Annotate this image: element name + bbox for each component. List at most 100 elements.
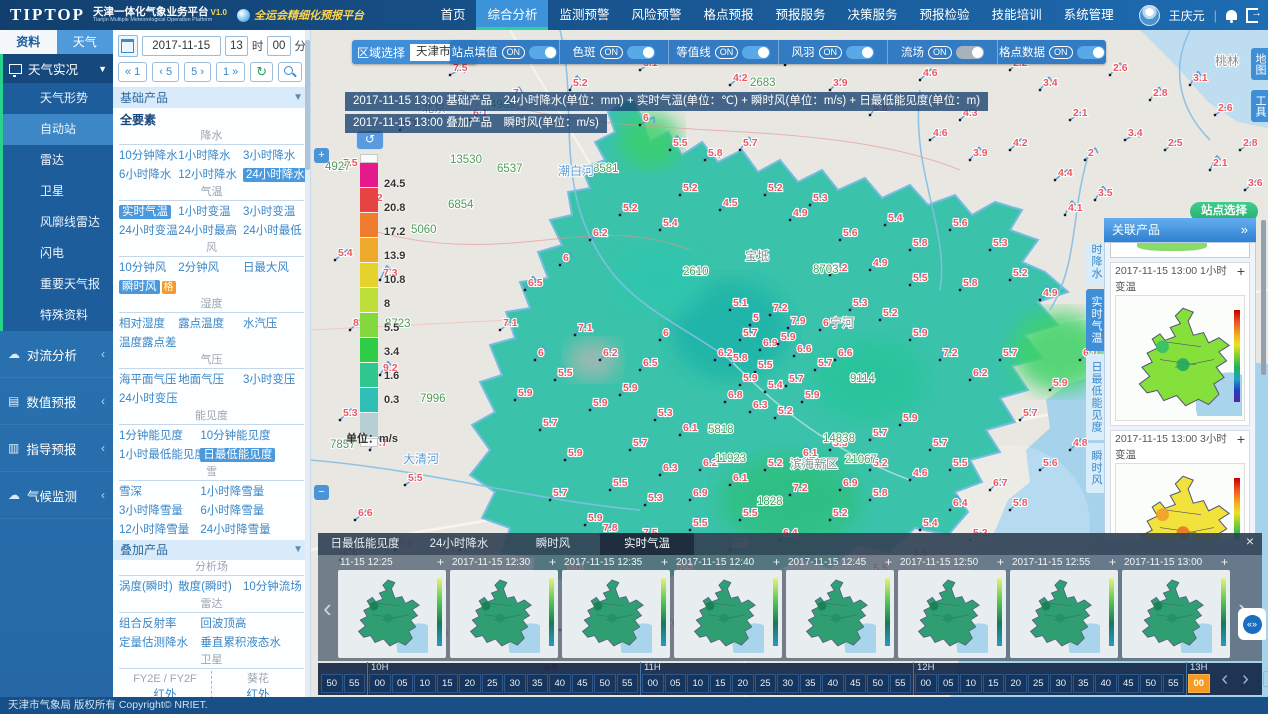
product-item-雪深[interactable]: 雪深 bbox=[119, 483, 200, 502]
refresh-icon[interactable]: ↻ bbox=[250, 62, 273, 82]
time-thumbnail[interactable]: 2017-11-15 12:35+ bbox=[561, 555, 671, 661]
product-item-地面气压[interactable]: 地面气压 bbox=[178, 371, 243, 390]
zoom-in-button[interactable]: + bbox=[314, 148, 329, 163]
sidebar-item-雷达[interactable]: 雷达 bbox=[3, 145, 113, 176]
related-products-header[interactable]: 关联产品» bbox=[1104, 218, 1256, 242]
sidebar-item-天气形势[interactable]: 天气形势 bbox=[3, 83, 113, 114]
time-cell-12H25[interactable]: 25 bbox=[1028, 674, 1050, 693]
bottom-tab-日最低能见度[interactable]: 日最低能见度 bbox=[318, 533, 412, 555]
related-tab-日最低能见度[interactable]: 日最低能见度 bbox=[1086, 354, 1104, 440]
plus-icon[interactable]: + bbox=[773, 555, 780, 570]
minute-input[interactable]: 00 bbox=[267, 36, 290, 56]
product-item-12小时降雪量[interactable]: 12小时降雪量 bbox=[119, 521, 200, 540]
time-cell-11H10[interactable]: 10 bbox=[687, 674, 709, 693]
time-cell-10H10[interactable]: 10 bbox=[414, 674, 436, 693]
toggle-switch[interactable] bbox=[627, 46, 655, 59]
time-cell-10H30[interactable]: 30 bbox=[504, 674, 526, 693]
nav-item-预报服务[interactable]: 预报服务 bbox=[765, 0, 837, 30]
nav-item-预报检验[interactable]: 预报检验 bbox=[909, 0, 981, 30]
nav-item-系统管理[interactable]: 系统管理 bbox=[1053, 0, 1125, 30]
section-base-products[interactable]: 基础产品▼ bbox=[113, 88, 310, 108]
product-item-日最大风[interactable]: 日最大风 bbox=[243, 259, 304, 278]
product-item-日最低能见度[interactable]: 日最低能见度 bbox=[200, 446, 304, 465]
collapse-right-icon[interactable]: » bbox=[1241, 218, 1248, 242]
date-input[interactable]: 2017-11-15 bbox=[142, 36, 221, 56]
plus-icon[interactable]: + bbox=[1237, 431, 1245, 463]
time-cell-12H00[interactable]: 00 bbox=[915, 674, 937, 693]
related-tab-瞬时风[interactable]: 瞬时风 bbox=[1086, 443, 1104, 493]
product-item-瞬时风[interactable]: 瞬时风格 bbox=[119, 278, 178, 297]
time-cell-12H35[interactable]: 35 bbox=[1073, 674, 1095, 693]
plus-icon[interactable]: + bbox=[1221, 555, 1228, 570]
sidebar-group-数值预报[interactable]: ▤数值预报‹ bbox=[0, 378, 113, 425]
time-thumbnail[interactable]: 2017-11-15 12:55+ bbox=[1009, 555, 1119, 661]
time-cell-12H30[interactable]: 30 bbox=[1050, 674, 1072, 693]
time-cell-12H50[interactable]: 50 bbox=[1140, 674, 1162, 693]
notification-bell-icon[interactable] bbox=[1226, 10, 1237, 20]
product-item-红外[interactable]: 红外 bbox=[119, 687, 211, 697]
panel-scrollbar[interactable] bbox=[305, 30, 310, 697]
search-icon[interactable] bbox=[278, 62, 302, 82]
time-cell-50[interactable]: 50 bbox=[321, 674, 343, 693]
toggle-switch[interactable] bbox=[742, 46, 770, 59]
bottom-tab-瞬时风[interactable]: 瞬时风 bbox=[506, 533, 600, 555]
time-cell-12H40[interactable]: 40 bbox=[1095, 674, 1117, 693]
product-item-相对湿度[interactable]: 相对湿度 bbox=[119, 315, 178, 334]
toggle-格点数据[interactable]: 格点数据ON bbox=[997, 40, 1107, 64]
product-item-露点温度[interactable]: 露点温度 bbox=[178, 315, 243, 334]
plus-icon[interactable]: + bbox=[1109, 555, 1116, 570]
time-prev-icon[interactable]: ‹ bbox=[1222, 669, 1229, 689]
toggle-switch[interactable] bbox=[956, 46, 984, 59]
nav-item-技能培训[interactable]: 技能培训 bbox=[981, 0, 1053, 30]
related-card-partial[interactable] bbox=[1110, 243, 1250, 258]
sidebar-section-weather-live[interactable]: 天气实况 ▼ bbox=[3, 54, 113, 83]
sidebar-tab-资料[interactable]: 资料 bbox=[0, 30, 57, 54]
plus-icon[interactable]: + bbox=[661, 555, 668, 570]
product-item-6小时降雪量[interactable]: 6小时降雪量 bbox=[200, 502, 304, 521]
time-cell-11H35[interactable]: 35 bbox=[800, 674, 822, 693]
product-item-10分钟降水[interactable]: 10分钟降水 bbox=[119, 147, 178, 166]
product-item-3小时降雪量[interactable]: 3小时降雪量 bbox=[119, 502, 200, 521]
time-cell-13H00[interactable]: 00 bbox=[1188, 674, 1210, 693]
time-cell-11H15[interactable]: 15 bbox=[710, 674, 732, 693]
time-cell-11H05[interactable]: 05 bbox=[665, 674, 687, 693]
product-item-10分钟能见度[interactable]: 10分钟能见度 bbox=[200, 427, 304, 446]
product-item-24小时降雪量[interactable]: 24小时降雪量 bbox=[200, 521, 304, 540]
export-icon[interactable]: ↑ bbox=[1263, 671, 1268, 687]
time-cell-10H15[interactable]: 15 bbox=[437, 674, 459, 693]
close-icon[interactable]: × bbox=[1238, 533, 1262, 555]
pager-button[interactable]: 1 » bbox=[216, 62, 245, 82]
product-item-红外[interactable]: 红外 bbox=[212, 687, 304, 697]
plus-icon[interactable]: + bbox=[437, 555, 444, 570]
toggle-switch[interactable] bbox=[846, 46, 874, 59]
nav-item-首页[interactable]: 首页 bbox=[429, 0, 476, 30]
product-item-定量估测降水[interactable]: 定量估测降水 bbox=[119, 634, 200, 653]
nav-item-综合分析[interactable]: 综合分析 bbox=[476, 0, 548, 30]
time-thumbnail[interactable]: 2017-11-15 13:00+ bbox=[1121, 555, 1231, 661]
plus-icon[interactable]: + bbox=[885, 555, 892, 570]
toggle-switch[interactable] bbox=[529, 46, 557, 59]
product-item-温度露点差[interactable]: 温度露点差 bbox=[119, 334, 178, 353]
undo-icon[interactable]: ↺ bbox=[356, 130, 384, 150]
product-item-1小时降水[interactable]: 1小时降水 bbox=[178, 147, 243, 166]
time-thumbnail[interactable]: 2017-11-15 12:50+ bbox=[897, 555, 1007, 661]
nav-item-决策服务[interactable]: 决策服务 bbox=[837, 0, 909, 30]
sidebar-item-特殊资料[interactable]: 特殊资料 bbox=[3, 300, 113, 331]
sidebar-item-卫星[interactable]: 卫星 bbox=[3, 176, 113, 207]
product-item-10分钟风[interactable]: 10分钟风 bbox=[119, 259, 178, 278]
time-cell-11H55[interactable]: 55 bbox=[890, 674, 912, 693]
product-item-2分钟风[interactable]: 2分钟风 bbox=[178, 259, 243, 278]
sidebar-group-对流分析[interactable]: ☁对流分析‹ bbox=[0, 331, 113, 378]
user-avatar[interactable] bbox=[1139, 5, 1160, 26]
section-overlay-products[interactable]: 叠加产品▼ bbox=[113, 540, 310, 560]
time-cell-10H05[interactable]: 05 bbox=[392, 674, 414, 693]
time-cell-11H45[interactable]: 45 bbox=[845, 674, 867, 693]
product-item-3小时变温[interactable]: 3小时变温 bbox=[243, 203, 304, 222]
all-elements-link[interactable]: 全要素 bbox=[113, 108, 310, 129]
pager-button[interactable]: 5 › bbox=[184, 62, 211, 82]
sidebar-item-重要天气报[interactable]: 重要天气报 bbox=[3, 269, 113, 300]
time-cell-55[interactable]: 55 bbox=[344, 674, 366, 693]
toggle-流场[interactable]: 流场ON bbox=[887, 40, 997, 64]
map-canvas[interactable]: 7.56.25.47.38.49.25.36.75.56.65.86.88.37… bbox=[310, 30, 1268, 697]
toggle-switch[interactable] bbox=[1077, 46, 1105, 59]
